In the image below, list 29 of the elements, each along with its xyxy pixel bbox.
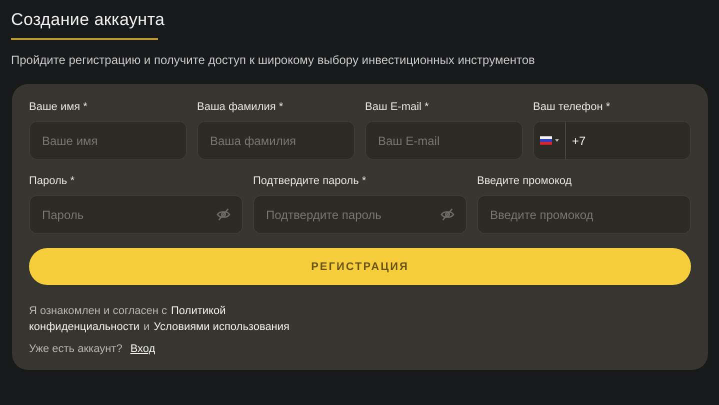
field-label: Введите промокод [477, 174, 573, 188]
eye-slash-icon[interactable] [216, 208, 231, 221]
phone-field[interactable]: +7 [566, 121, 691, 160]
input-field[interactable]: Ваше имя [29, 121, 187, 160]
field-label: Подтвердите пароль * [253, 174, 368, 188]
field-label: Ваше имя * [29, 100, 88, 114]
input-field[interactable]: Ваш E-mail [365, 121, 523, 160]
policy-link[interactable]: конфиденциальности [29, 319, 140, 335]
page-subtitle: Пройдите регистрацию и получите доступ к широкому выбору инвестиционных инструментов [11, 52, 536, 68]
consent-text: и [144, 320, 150, 335]
consent-text: Я ознакомлен и согласен с [29, 304, 168, 319]
login-link[interactable]: Вход [130, 341, 156, 357]
input-field[interactable]: Ваша фамилия [197, 121, 355, 160]
field-label: Ваш телефон * [533, 100, 612, 114]
password-field[interactable]: Пароль [29, 195, 243, 234]
flag-icon [540, 136, 552, 145]
policy-link[interactable]: Политикой [171, 303, 226, 319]
policy-link[interactable]: Условиями использования [154, 319, 290, 335]
caret-icon [555, 139, 559, 142]
input-field[interactable]: Введите промокод [477, 195, 691, 234]
eye-slash-icon[interactable] [440, 208, 455, 221]
field-label: Ваш E-mail * [365, 100, 430, 114]
page-title: Создание аккаунта [11, 9, 166, 31]
password-field[interactable]: Подтвердите пароль [253, 195, 467, 234]
country-selector[interactable] [533, 121, 566, 160]
register-button[interactable]: РЕГИСТРАЦИЯ [29, 248, 691, 285]
login-prompt: Уже есть аккаунт? [29, 342, 122, 357]
field-label: Ваша фамилия * [197, 100, 284, 114]
field-label: Пароль * [29, 174, 76, 188]
